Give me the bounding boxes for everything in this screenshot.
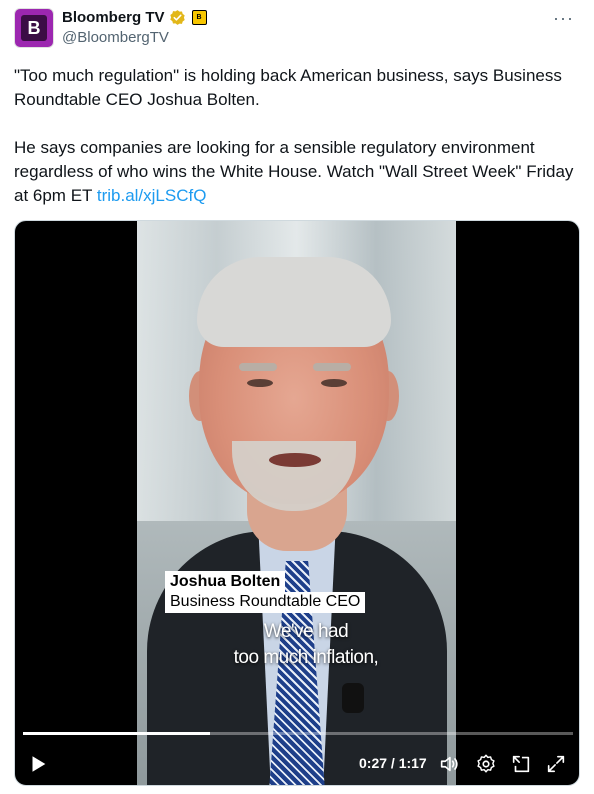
eye-left	[247, 379, 273, 387]
tweet-paragraph-2: He says companies are looking for a sens…	[14, 136, 584, 208]
caption-line-2: too much inflation,	[233, 647, 379, 668]
avatar-letter: B	[21, 15, 47, 41]
progress-bar[interactable]	[23, 732, 573, 735]
time-display: 0:27 / 1:17	[359, 755, 427, 771]
video-caption: We've had too much inflation,	[156, 619, 456, 671]
video-player[interactable]: Joshua Bolten Business Roundtable CEO We…	[14, 220, 580, 786]
lower-third-title: Business Roundtable CEO	[165, 592, 366, 613]
lapel-microphone	[342, 683, 364, 713]
eyebrow-left	[239, 363, 277, 371]
volume-icon[interactable]	[438, 753, 460, 775]
caption-line-1: We've had	[263, 621, 349, 642]
lower-third-name: Joshua Bolten	[165, 571, 286, 592]
affiliate-badge-icon[interactable]: B	[191, 10, 207, 25]
lower-third: Joshua Bolten Business Roundtable CEO	[165, 571, 366, 613]
verified-badge-icon[interactable]	[169, 9, 186, 26]
hair	[197, 257, 391, 347]
handle[interactable]: @BloombergTV	[62, 29, 169, 46]
tweet-paragraph-1: "Too much regulation" is holding back Am…	[14, 66, 562, 109]
tweet-link[interactable]: trib.al/xjLSCfQ	[97, 186, 207, 205]
tweet-header: B Bloomberg TV B @BloombergTV ···	[14, 8, 580, 50]
video-frame[interactable]	[137, 221, 456, 785]
video-controls: 0:27 / 1:17	[15, 745, 579, 783]
avatar[interactable]: B	[14, 8, 54, 48]
display-name[interactable]: Bloomberg TV	[62, 9, 165, 26]
tweet-text: "Too much regulation" is holding back Am…	[14, 64, 584, 208]
eyebrow-right	[313, 363, 351, 371]
name-row: Bloomberg TV B	[62, 9, 207, 26]
picture-in-picture-icon[interactable]	[510, 753, 532, 775]
progress-bar-fill	[23, 732, 210, 735]
eye-right	[321, 379, 347, 387]
gear-icon[interactable]	[475, 753, 497, 775]
more-options-icon[interactable]: ···	[553, 8, 574, 29]
fullscreen-icon[interactable]	[545, 753, 567, 775]
play-icon[interactable]	[27, 753, 49, 775]
mouth	[269, 453, 321, 467]
